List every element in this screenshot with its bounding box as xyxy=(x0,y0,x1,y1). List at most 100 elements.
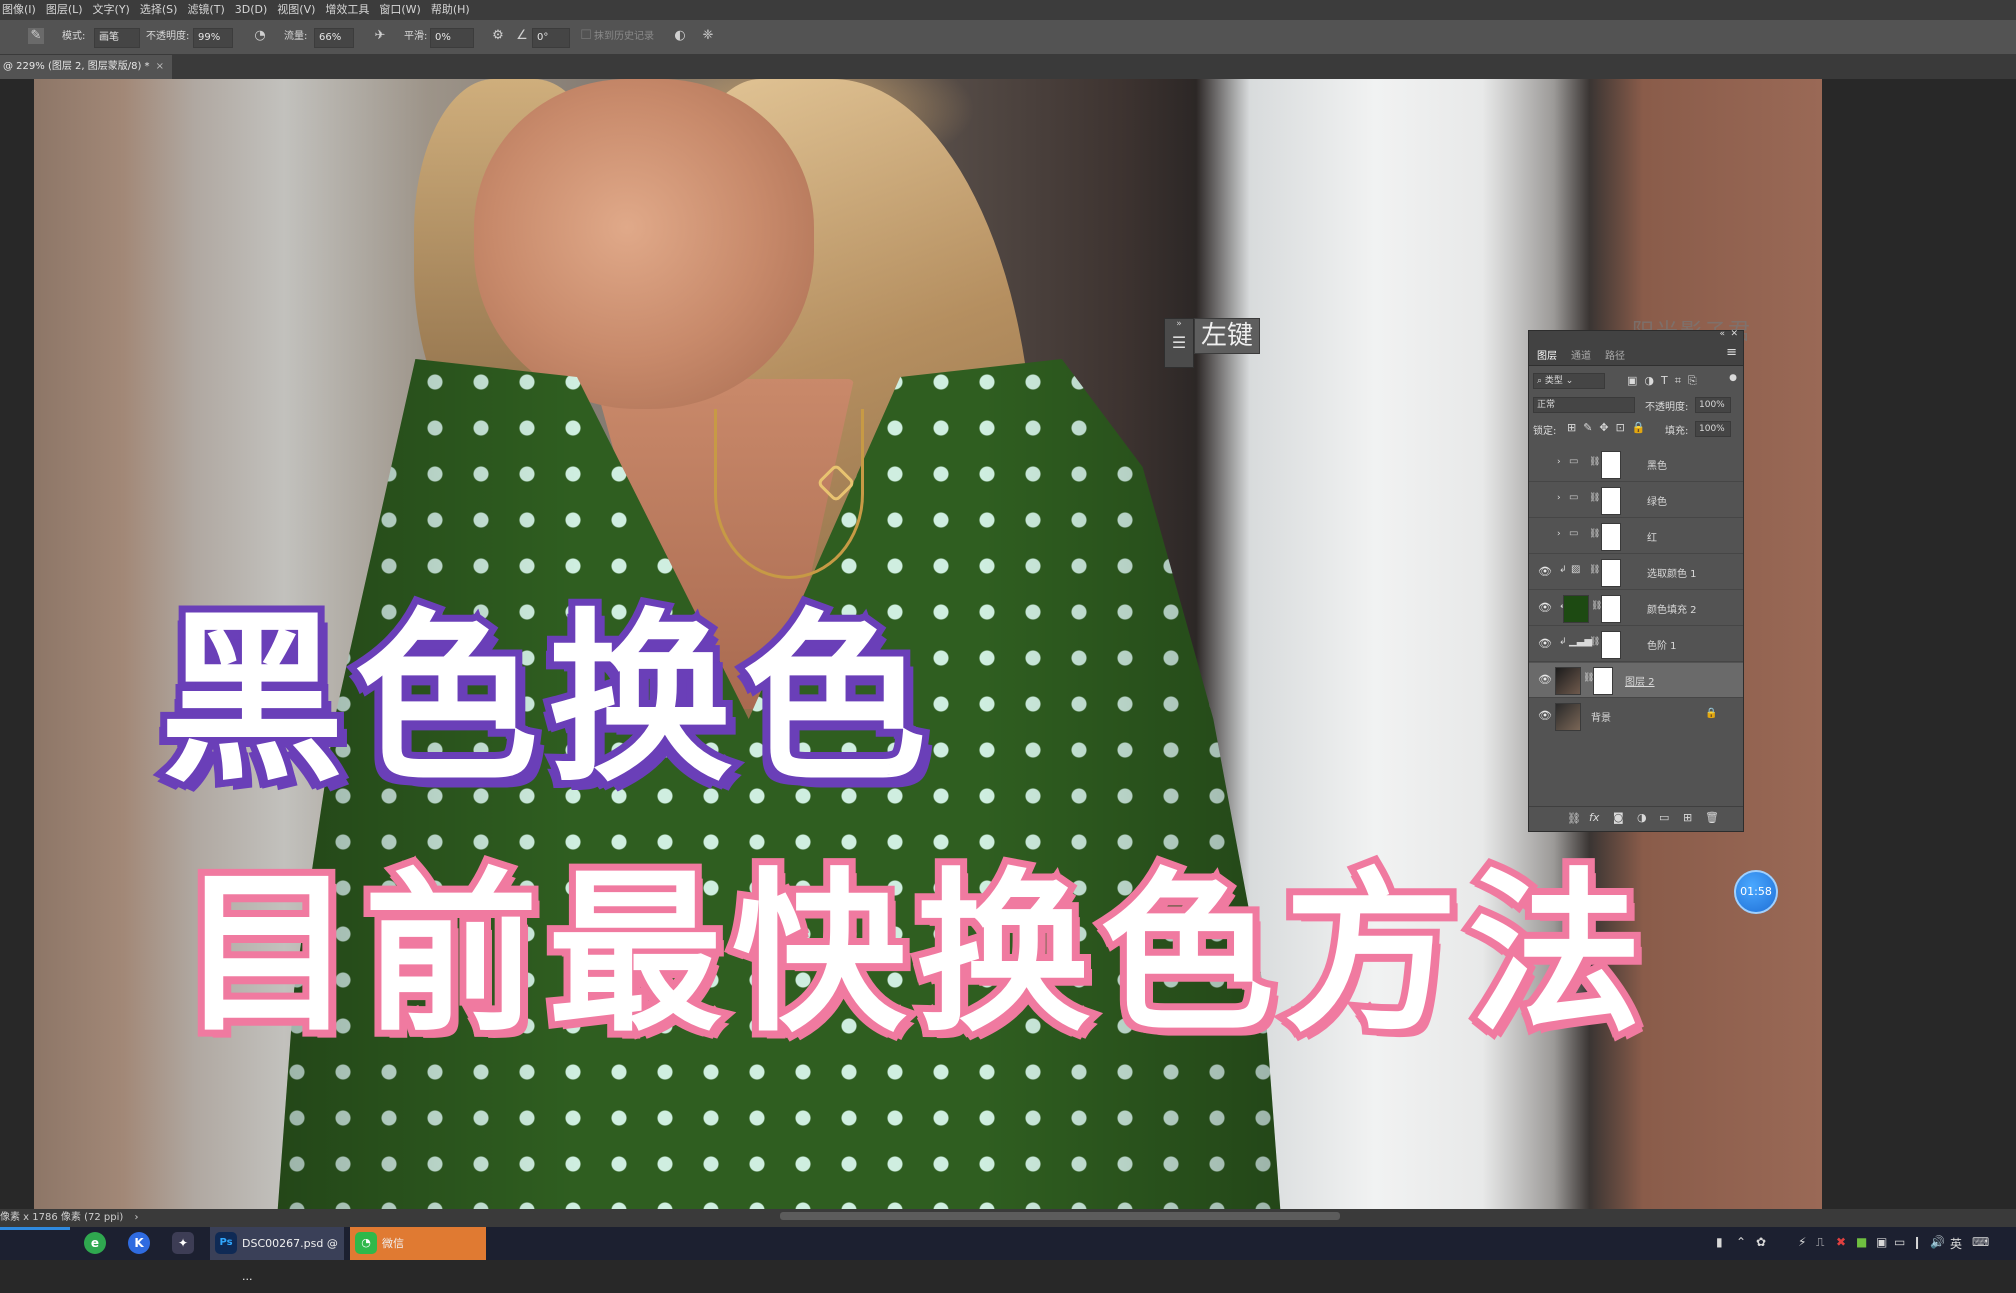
ime-indicator[interactable]: 英 xyxy=(1950,1235,1962,1252)
fx-icon[interactable]: fx xyxy=(1589,811,1599,824)
mode-select[interactable]: 画笔 xyxy=(94,28,140,48)
visibility-off-icon[interactable] xyxy=(1538,457,1552,471)
folder-icon: ▭ xyxy=(1569,528,1579,539)
keyboard-icon[interactable]: ⌨ xyxy=(1972,1235,1989,1249)
trash-icon[interactable]: 🗑 xyxy=(1705,811,1719,824)
layer-mask-thumbnail[interactable] xyxy=(1601,523,1621,551)
tray-app-icon[interactable]: ✿ xyxy=(1756,1235,1766,1249)
new-group-icon[interactable]: ▭ xyxy=(1659,811,1669,824)
erase-history-label: 抹到历史记录 xyxy=(594,31,654,42)
erase-history-checkbox[interactable]: ☐ xyxy=(578,28,594,44)
layer-mask-thumbnail[interactable] xyxy=(1601,487,1621,515)
menu-view[interactable]: 视图(V) xyxy=(272,0,320,20)
flow-input[interactable]: 66% xyxy=(314,28,354,48)
visibility-off-icon[interactable] xyxy=(1538,493,1552,507)
layer-row[interactable]: 👁 ↲ ▨ ⛓ 选取颜色 1 xyxy=(1529,555,1743,590)
usb-icon[interactable]: ⎍ xyxy=(1816,1235,1824,1250)
menu-3d[interactable]: 3D(D) xyxy=(230,0,273,20)
layer-mask-thumbnail[interactable] xyxy=(1601,559,1621,587)
sliders-icon[interactable]: ☰ xyxy=(1165,333,1193,352)
eye-icon[interactable]: 👁 xyxy=(1538,673,1552,687)
menu-window[interactable]: 窗口(W) xyxy=(374,0,425,20)
new-layer-icon[interactable]: ⊞ xyxy=(1683,811,1692,824)
filter-type-icons[interactable]: ▣◑T⌗⎘ xyxy=(1627,374,1704,388)
chevron-up-icon[interactable]: ⌃ xyxy=(1736,1235,1746,1249)
menu-filter[interactable]: 滤镜(T) xyxy=(182,0,229,20)
close-tab-icon[interactable]: × xyxy=(156,61,164,72)
background-thumbnail[interactable] xyxy=(1555,703,1581,731)
layer-row-selected[interactable]: 👁 ⛓ 图层 2 xyxy=(1529,663,1743,698)
add-mask-icon[interactable]: ◙ xyxy=(1613,811,1624,824)
battery-icon[interactable]: ▮ xyxy=(1716,1235,1723,1249)
symmetry-icon[interactable]: ❈ xyxy=(700,28,716,44)
taskbar-app-photoshop[interactable]: Ps DSC00267.psd @ ... xyxy=(210,1227,344,1283)
expand-arrow-icon[interactable]: › xyxy=(1557,529,1561,539)
horizontal-scrollbar[interactable] xyxy=(780,1212,1340,1220)
layer-row[interactable]: › ▭ ⛓ 绿色 xyxy=(1529,483,1743,518)
layer-row[interactable]: › ▭ ⛓ 黑色 xyxy=(1529,447,1743,482)
collapse-arrows-icon[interactable]: » xyxy=(1165,319,1193,329)
smoothing-settings-gear-icon[interactable]: ⚙ xyxy=(490,28,506,44)
smoothing-input[interactable]: 0% xyxy=(430,28,474,48)
k-app-icon[interactable]: K xyxy=(128,1232,150,1254)
layer-row[interactable]: › ▭ ⛓ 红 xyxy=(1529,519,1743,554)
eye-icon[interactable]: 👁 xyxy=(1538,637,1552,651)
opacity-input[interactable]: 99% xyxy=(193,28,233,48)
tab-paths[interactable]: 路径 xyxy=(1605,347,1625,362)
angle-input[interactable]: 0° xyxy=(532,28,570,48)
visibility-off-icon[interactable] xyxy=(1538,529,1552,543)
layer-mask-thumbnail[interactable] xyxy=(1601,595,1621,623)
close-panel-icon[interactable]: ✕ xyxy=(1730,329,1738,339)
eye-icon[interactable]: 👁 xyxy=(1538,565,1552,579)
link-layers-icon[interactable]: ⛓ xyxy=(1567,812,1581,825)
blend-mode-select[interactable]: 正常 xyxy=(1533,397,1635,413)
volume-icon[interactable]: 🔊 xyxy=(1930,1235,1945,1249)
collapse-panel-icon[interactable]: « xyxy=(1719,329,1725,339)
mic-icon[interactable]: ❙ xyxy=(1912,1235,1922,1249)
monitor-icon[interactable]: ▭ xyxy=(1894,1235,1905,1249)
layer-row[interactable]: 👁 背景 🔒 xyxy=(1529,699,1743,733)
expand-arrow-icon[interactable]: › xyxy=(1557,493,1561,503)
filter-toggle-icon[interactable]: ● xyxy=(1729,373,1737,383)
menu-type[interactable]: 文字(Y) xyxy=(88,0,135,20)
menu-image[interactable]: 图像(I) xyxy=(0,0,41,20)
layer-row[interactable]: 👁 ↲ ▁▃▅ ⛓ 色阶 1 xyxy=(1529,627,1743,662)
airbrush-icon[interactable]: ✈ xyxy=(372,28,388,44)
menu-layer[interactable]: 图层(L) xyxy=(41,0,88,20)
layer-name: 黑色 xyxy=(1647,461,1667,472)
display-icon[interactable]: ▣ xyxy=(1876,1235,1887,1249)
timer-badge[interactable]: 01:58 xyxy=(1734,870,1778,914)
panel-menu-icon[interactable]: ≡ xyxy=(1726,345,1737,360)
lock-icons[interactable]: ⊞✎✥⊡🔒 xyxy=(1567,421,1653,434)
status-arrow-icon[interactable]: › xyxy=(134,1212,138,1223)
menu-plugins[interactable]: 增效工具 xyxy=(320,0,374,20)
tab-layers[interactable]: 图层 xyxy=(1537,347,1557,362)
pressure-opacity-icon[interactable]: ◔ xyxy=(252,28,268,44)
layer-thumbnail[interactable] xyxy=(1555,667,1581,695)
resolve-icon[interactable]: ✦ xyxy=(172,1232,194,1254)
fill-color-thumbnail[interactable] xyxy=(1563,595,1589,623)
eye-icon[interactable]: 👁 xyxy=(1538,601,1552,615)
antivirus-icon[interactable]: ✖ xyxy=(1836,1235,1846,1249)
taskbar-app-wechat[interactable]: ◔ 微信 xyxy=(350,1227,486,1260)
menu-help[interactable]: 帮助(H) xyxy=(426,0,475,20)
browser-icon[interactable]: e xyxy=(84,1232,106,1254)
brush-panel-icon[interactable]: ✎ xyxy=(28,28,44,44)
adjustment-layer-icon[interactable]: ◑ xyxy=(1637,811,1647,824)
filter-kind-select[interactable]: ⌕ 类型 ⌄ xyxy=(1533,373,1605,389)
layer-mask-thumbnail[interactable] xyxy=(1593,667,1613,695)
lock-icon: 🔒 xyxy=(1705,708,1718,719)
layer-opacity-input[interactable]: 100% xyxy=(1695,397,1731,413)
document-tab[interactable]: @ 229% (图层 2, 图层蒙版/8) * × xyxy=(0,55,172,79)
layer-mask-thumbnail[interactable] xyxy=(1601,631,1621,659)
tab-channels[interactable]: 通道 xyxy=(1571,347,1591,362)
nvidia-icon[interactable]: ■ xyxy=(1856,1235,1867,1249)
layer-mask-thumbnail[interactable] xyxy=(1601,451,1621,479)
menu-select[interactable]: 选择(S) xyxy=(135,0,183,20)
expand-arrow-icon[interactable]: › xyxy=(1557,457,1561,467)
fill-input[interactable]: 100% xyxy=(1695,421,1731,437)
eye-icon[interactable]: 👁 xyxy=(1538,709,1552,723)
network-tool-icon[interactable]: ⚡ xyxy=(1798,1235,1806,1249)
pressure-size-icon[interactable]: ◐ xyxy=(672,28,688,44)
layer-row[interactable]: 👁 ↲ ⛓ 颜色填充 2 xyxy=(1529,591,1743,626)
